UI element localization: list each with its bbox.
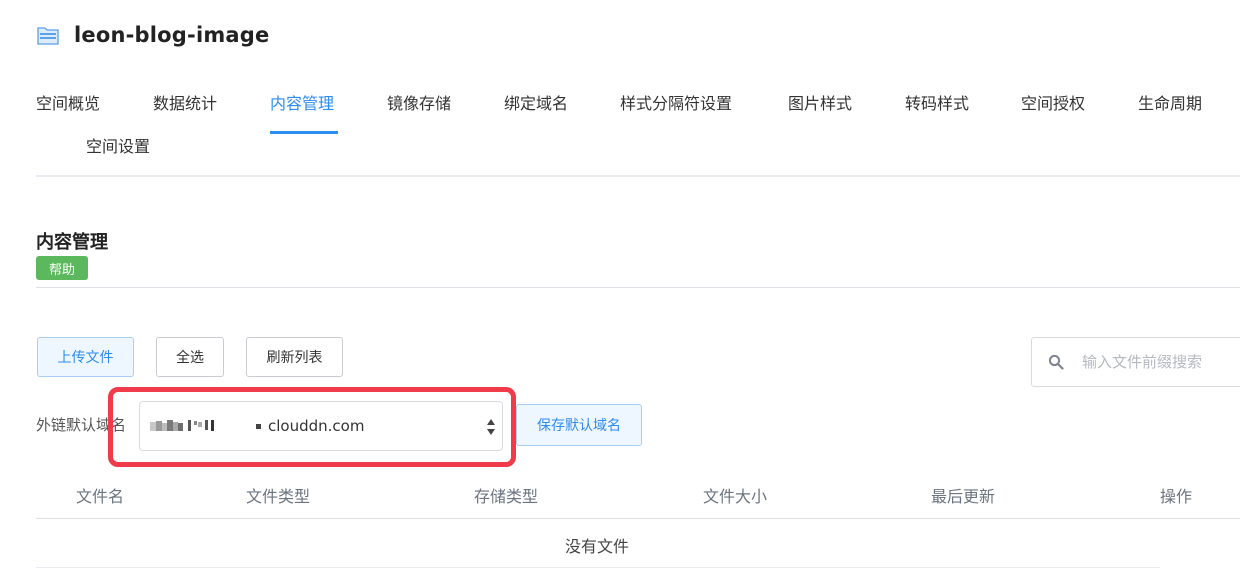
column-header-file-size[interactable]: 文件大小 [703, 483, 767, 507]
table-bottom-divider [36, 567, 1160, 568]
select-arrows-icon [487, 419, 495, 435]
search-icon [1048, 354, 1064, 370]
column-header-last-updated[interactable]: 最后更新 [931, 483, 995, 507]
blurred-domain-prefix [150, 420, 261, 431]
default-domain-value: clouddn.com [268, 417, 365, 435]
bucket-name: leon-blog-image [74, 23, 270, 47]
column-header-actions: 操作 [1160, 487, 1193, 506]
tab-space-settings[interactable]: 空间设置 [86, 137, 150, 157]
column-header-storage-type[interactable]: 存储类型 [474, 483, 538, 507]
search-box [1031, 337, 1240, 387]
column-header-filename[interactable]: 文件名 [76, 483, 124, 507]
bucket-folder-icon [37, 27, 59, 45]
section-title: 内容管理 [36, 232, 108, 253]
tab-transcode-style[interactable]: 转码样式 [905, 94, 969, 114]
tab-space-authorization[interactable]: 空间授权 [1021, 94, 1085, 114]
active-tab-indicator [270, 131, 338, 134]
nav-divider [36, 175, 1240, 177]
tab-overview[interactable]: 空间概览 [36, 94, 100, 114]
upload-file-button[interactable]: 上传文件 [37, 337, 134, 377]
section-divider [36, 287, 1240, 288]
default-domain-label: 外链默认域名 [36, 416, 127, 434]
search-input[interactable] [1082, 353, 1240, 371]
bucket-header: leon-blog-image [36, 20, 269, 50]
column-header-filetype[interactable]: 文件类型 [246, 483, 310, 507]
default-domain-select[interactable]: clouddn.com [139, 401, 503, 451]
tab-lifecycle[interactable]: 生命周期 [1138, 94, 1202, 114]
empty-table-message: 没有文件 [565, 537, 630, 556]
select-all-button[interactable]: 全选 [156, 337, 224, 377]
tab-image-style[interactable]: 图片样式 [788, 94, 852, 114]
tab-style-separator[interactable]: 样式分隔符设置 [620, 94, 732, 114]
refresh-list-button[interactable]: 刷新列表 [246, 337, 343, 377]
save-default-domain-button[interactable]: 保存默认域名 [516, 404, 642, 446]
table-header-divider [36, 518, 1240, 519]
tab-mirror-storage[interactable]: 镜像存储 [387, 94, 451, 114]
tab-statistics[interactable]: 数据统计 [153, 94, 217, 114]
help-button[interactable]: 帮助 [36, 256, 88, 280]
tab-bind-domain[interactable]: 绑定域名 [504, 94, 568, 114]
tab-content-management[interactable]: 内容管理 [270, 94, 334, 114]
